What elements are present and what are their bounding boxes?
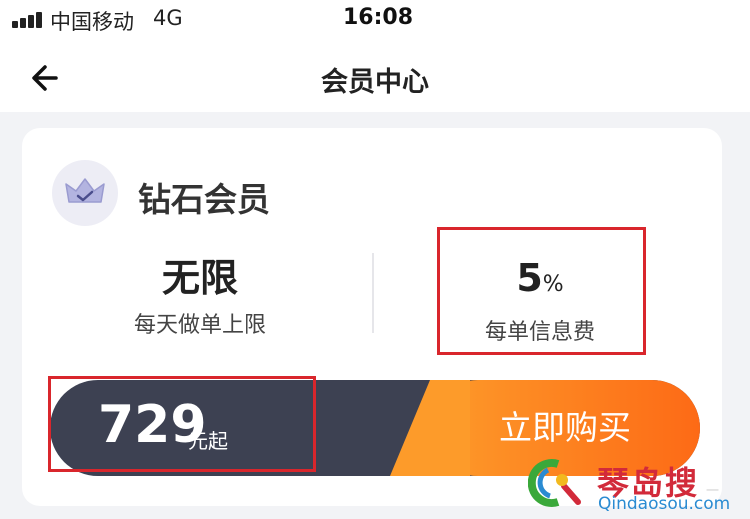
crown-icon [65,178,105,203]
watermark-tail: 一 [706,484,720,499]
benefit-divider [372,253,374,333]
signal-icon [12,10,46,28]
tier-name: 钻石会员 [138,180,270,219]
carrier-name: 中国移动 [50,10,134,34]
tier-badge [52,160,118,226]
price-suffix: 元起 [188,429,228,453]
info-fee-benefit: 5% 每单信息费 [440,255,640,346]
network-type: 4G [153,6,183,30]
info-fee-label: 每单信息费 [484,320,595,345]
info-fee-value: 5% [440,255,640,308]
daily-limit-label: 每天做单上限 [133,313,266,338]
info-fee-unit: % [542,272,564,297]
page-title: 会员中心 [321,67,429,98]
daily-limit-benefit: 无限 每天做单上限 [100,255,300,339]
watermark-logo-icon [527,458,584,508]
daily-limit-value: 无限 [161,256,238,300]
navigation-bar: 会员中心 [0,40,750,115]
status-time: 16:08 [343,5,414,30]
info-fee-number: 5 [516,256,543,300]
status-bar: 中国移动 4G 16:08 [0,0,750,40]
